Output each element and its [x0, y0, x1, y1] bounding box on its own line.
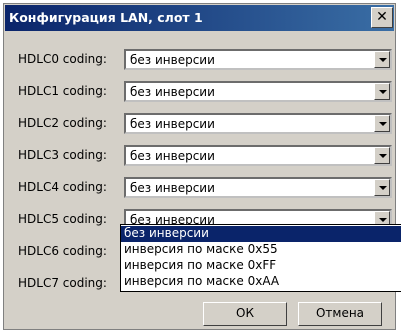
chevron-down-icon — [379, 218, 387, 222]
hdlc3-coding-value: без инверсии — [130, 149, 215, 163]
hdlc6-label: HDLC6 coding: — [18, 244, 107, 258]
dropdown-option[interactable]: инверсия по маске 0xAA — [121, 274, 401, 290]
hdlc0-coding-value: без инверсии — [130, 53, 215, 67]
hdlc0-dropdown-button[interactable] — [374, 51, 390, 68]
hdlc7-label: HDLC7 coding: — [18, 276, 107, 290]
dropdown-option[interactable]: инверсия по маске 0x55 — [121, 242, 401, 258]
dropdown-option[interactable]: без инверсии — [121, 226, 401, 242]
ok-button[interactable]: ОК — [203, 302, 287, 326]
hdlc5-label: HDLC5 coding: — [18, 212, 107, 226]
hdlc2-coding-select[interactable]: без инверсии — [124, 113, 392, 134]
hdlc2-dropdown-button[interactable] — [374, 115, 390, 132]
hdlc0-coding-select[interactable]: без инверсии — [124, 49, 392, 70]
chevron-down-icon — [379, 58, 387, 62]
close-icon: ✕ — [376, 9, 388, 25]
chevron-down-icon — [379, 154, 387, 158]
hdlc1-coding-select[interactable]: без инверсии — [124, 81, 392, 102]
hdlc0-label: HDLC0 coding: — [18, 52, 107, 66]
dropdown-option[interactable]: инверсия по маске 0xFF — [121, 258, 401, 274]
hdlc4-dropdown-button[interactable] — [374, 179, 390, 196]
hdlc5-dropdown-list: без инверсии инверсия по маске 0x55 инве… — [120, 224, 401, 292]
chevron-down-icon — [379, 122, 387, 126]
hdlc3-coding-select[interactable]: без инверсии — [124, 145, 392, 166]
chevron-down-icon — [379, 186, 387, 190]
hdlc4-coding-value: без инверсии — [130, 181, 215, 195]
hdlc4-label: HDLC4 coding: — [18, 180, 107, 194]
chevron-down-icon — [379, 90, 387, 94]
hdlc2-label: HDLC2 coding: — [18, 116, 107, 130]
hdlc1-coding-value: без инверсии — [130, 85, 215, 99]
hdlc4-coding-select[interactable]: без инверсии — [124, 177, 392, 198]
hdlc3-dropdown-button[interactable] — [374, 147, 390, 164]
hdlc1-dropdown-button[interactable] — [374, 83, 390, 100]
close-button[interactable]: ✕ — [371, 7, 393, 28]
hdlc3-label: HDLC3 coding: — [18, 148, 107, 162]
hdlc1-label: HDLC1 coding: — [18, 84, 107, 98]
hdlc2-coding-value: без инверсии — [130, 117, 215, 131]
title-bar: Конфигурация LAN, слот 1 ✕ — [5, 5, 394, 31]
cancel-button[interactable]: Отмена — [298, 302, 382, 326]
window-title: Конфигурация LAN, слот 1 — [9, 10, 203, 25]
